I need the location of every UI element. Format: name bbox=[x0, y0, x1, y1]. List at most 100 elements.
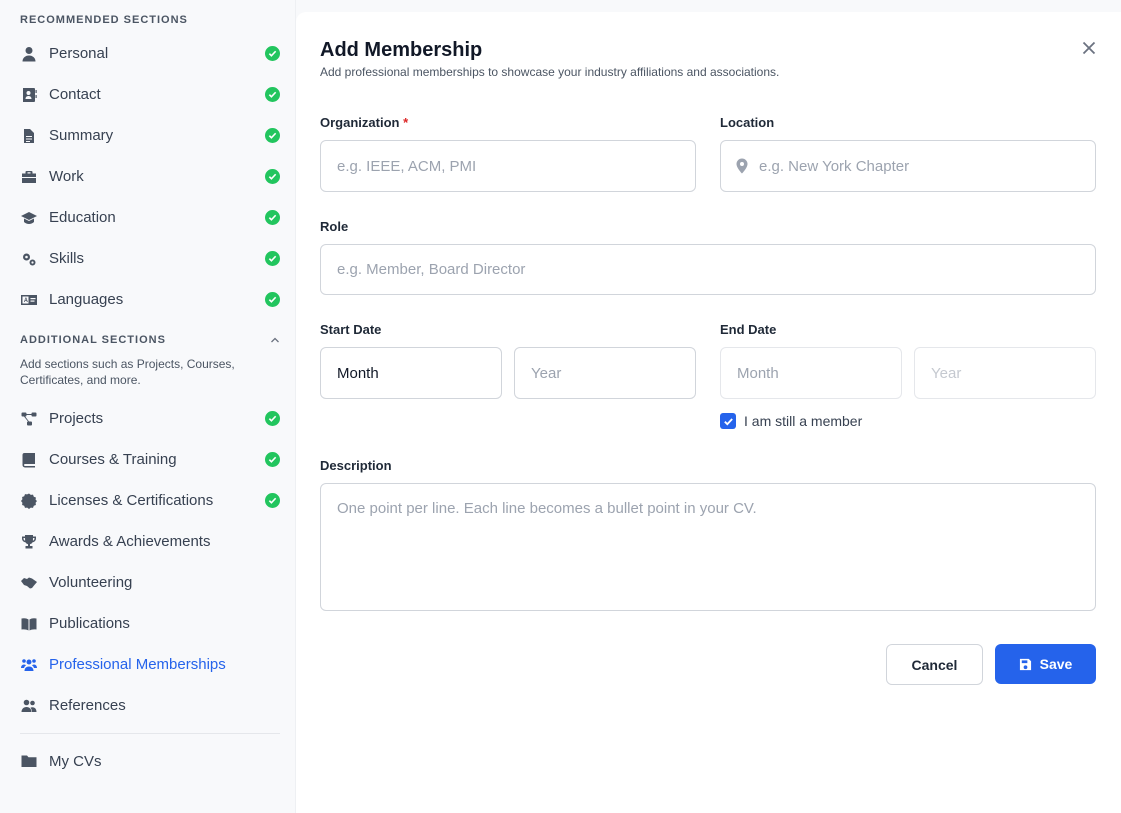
sidebar-item-personal[interactable]: Personal bbox=[20, 33, 280, 74]
sidebar-item-contact[interactable]: Contact bbox=[20, 74, 280, 115]
end-year-select[interactable]: Year bbox=[914, 347, 1096, 399]
additional-sections-description: Add sections such as Projects, Courses, … bbox=[20, 357, 235, 387]
sidebar-item-label: Education bbox=[49, 209, 116, 226]
user-icon bbox=[20, 45, 38, 63]
sidebar-item-label: Awards & Achievements bbox=[49, 533, 211, 550]
still-member-checkbox[interactable]: I am still a member bbox=[720, 413, 862, 429]
sidebar-item-label: My CVs bbox=[49, 752, 102, 770]
book-icon bbox=[20, 451, 38, 469]
sidebar-item-summary[interactable]: Summary bbox=[20, 115, 280, 156]
modal-subtitle: Add professional memberships to showcase… bbox=[320, 65, 780, 79]
sidebar: RECOMMENDED SECTIONS Personal Contact Su… bbox=[0, 0, 296, 813]
diagram-icon bbox=[20, 410, 38, 428]
sidebar-item-label: References bbox=[49, 697, 126, 714]
location-label: Location bbox=[720, 115, 775, 130]
still-member-label: I am still a member bbox=[744, 413, 863, 429]
additional-list: Projects Courses & Training Licenses & C… bbox=[20, 398, 295, 726]
organization-label: Organization * bbox=[320, 115, 409, 130]
location-input[interactable]: e.g. New York Chapter bbox=[720, 140, 1096, 192]
sidebar-item-label: Projects bbox=[49, 410, 104, 427]
certificate-icon bbox=[20, 492, 38, 510]
sidebar-item-label: Courses & Training bbox=[49, 451, 177, 468]
check-circle-icon bbox=[265, 210, 280, 225]
modal-title: Add Membership bbox=[320, 39, 483, 61]
gears-icon bbox=[20, 250, 38, 268]
description-label: Description bbox=[320, 458, 392, 473]
description-textarea[interactable]: One point per line. Each line becomes a … bbox=[320, 483, 1096, 611]
graduation-cap-icon bbox=[20, 209, 38, 227]
recommended-list: Personal Contact Summary Work Education … bbox=[20, 33, 295, 320]
organization-placeholder: e.g. IEEE, ACM, PMI bbox=[337, 157, 477, 175]
close-icon[interactable] bbox=[1080, 39, 1098, 57]
check-circle-icon bbox=[265, 452, 280, 467]
check-circle-icon bbox=[265, 169, 280, 184]
additional-sections-header[interactable]: ADDITIONAL SECTIONS bbox=[20, 334, 280, 346]
folder-icon bbox=[20, 752, 38, 770]
sidebar-item-label: Contact bbox=[49, 86, 101, 103]
people-icon bbox=[20, 697, 38, 715]
check-circle-icon bbox=[265, 46, 280, 61]
sidebar-item-my-cvs[interactable]: My CVs bbox=[20, 741, 280, 781]
check-circle-icon bbox=[265, 128, 280, 143]
open-book-icon bbox=[20, 615, 38, 633]
save-button[interactable]: Save bbox=[995, 644, 1096, 684]
sidebar-item-volunteering[interactable]: Volunteering bbox=[20, 562, 280, 603]
contact-card-icon bbox=[20, 86, 38, 104]
save-floppy-icon bbox=[1019, 658, 1031, 670]
sidebar-item-label: Languages bbox=[49, 291, 124, 308]
document-icon bbox=[20, 127, 38, 145]
users-icon bbox=[20, 656, 38, 674]
sidebar-item-label: Personal bbox=[49, 45, 109, 62]
check-circle-icon bbox=[265, 251, 280, 266]
end-date-label: End Date bbox=[720, 322, 777, 337]
recommended-sections-heading: RECOMMENDED SECTIONS bbox=[20, 14, 188, 26]
sidebar-item-work[interactable]: Work bbox=[20, 156, 280, 197]
map-pin-icon bbox=[736, 158, 748, 174]
sidebar-divider bbox=[20, 733, 280, 734]
sidebar-item-skills[interactable]: Skills bbox=[20, 238, 280, 279]
start-year-value: Year bbox=[531, 364, 562, 382]
sidebar-item-licenses-certifications[interactable]: Licenses & Certifications bbox=[20, 480, 280, 521]
role-input[interactable]: e.g. Member, Board Director bbox=[320, 244, 1096, 295]
organization-input[interactable]: e.g. IEEE, ACM, PMI bbox=[320, 140, 696, 192]
sidebar-item-publications[interactable]: Publications bbox=[20, 603, 280, 644]
chevron-up-icon[interactable] bbox=[270, 335, 280, 345]
sidebar-item-projects[interactable]: Projects bbox=[20, 398, 280, 439]
sidebar-item-label: Volunteering bbox=[49, 574, 133, 591]
sidebar-item-references[interactable]: References bbox=[20, 685, 280, 726]
sidebar-item-label: Licenses & Certifications bbox=[49, 492, 214, 509]
sidebar-item-courses-training[interactable]: Courses & Training bbox=[20, 439, 280, 480]
description-placeholder: One point per line. Each line becomes a … bbox=[337, 500, 757, 517]
briefcase-icon bbox=[20, 168, 38, 186]
end-month-select[interactable]: Month bbox=[720, 347, 902, 399]
end-year-value: Year bbox=[931, 364, 962, 382]
additional-sections-heading: ADDITIONAL SECTIONS bbox=[20, 334, 166, 346]
check-circle-icon bbox=[265, 87, 280, 102]
sidebar-item-label: Publications bbox=[49, 615, 130, 632]
sidebar-item-languages[interactable]: Languages bbox=[20, 279, 280, 320]
sidebar-item-professional-memberships[interactable]: Professional Memberships bbox=[20, 644, 280, 685]
start-month-select[interactable]: Month bbox=[320, 347, 502, 399]
sidebar-item-label: Work bbox=[49, 168, 84, 185]
sidebar-item-label: Skills bbox=[49, 250, 85, 267]
sidebar-item-education[interactable]: Education bbox=[20, 197, 280, 238]
check-circle-icon bbox=[265, 411, 280, 426]
handshake-icon bbox=[20, 574, 38, 592]
add-membership-modal: Add Membership Add professional membersh… bbox=[296, 12, 1121, 813]
start-year-select[interactable]: Year bbox=[514, 347, 696, 399]
check-circle-icon bbox=[265, 493, 280, 508]
end-month-value: Month bbox=[737, 364, 779, 382]
role-placeholder: e.g. Member, Board Director bbox=[337, 261, 526, 278]
start-month-value: Month bbox=[337, 364, 379, 382]
language-icon bbox=[20, 291, 38, 309]
role-label: Role bbox=[320, 219, 349, 234]
location-placeholder: e.g. New York Chapter bbox=[759, 157, 910, 175]
sidebar-item-label: Summary bbox=[49, 127, 114, 144]
cancel-button[interactable]: Cancel bbox=[886, 644, 983, 685]
required-marker: * bbox=[403, 115, 409, 130]
trophy-icon bbox=[20, 533, 38, 551]
sidebar-item-awards-achievements[interactable]: Awards & Achievements bbox=[20, 521, 280, 562]
checkbox-checked-icon[interactable] bbox=[720, 413, 736, 429]
sidebar-item-label: Professional Memberships bbox=[49, 656, 226, 673]
check-circle-icon bbox=[265, 292, 280, 307]
